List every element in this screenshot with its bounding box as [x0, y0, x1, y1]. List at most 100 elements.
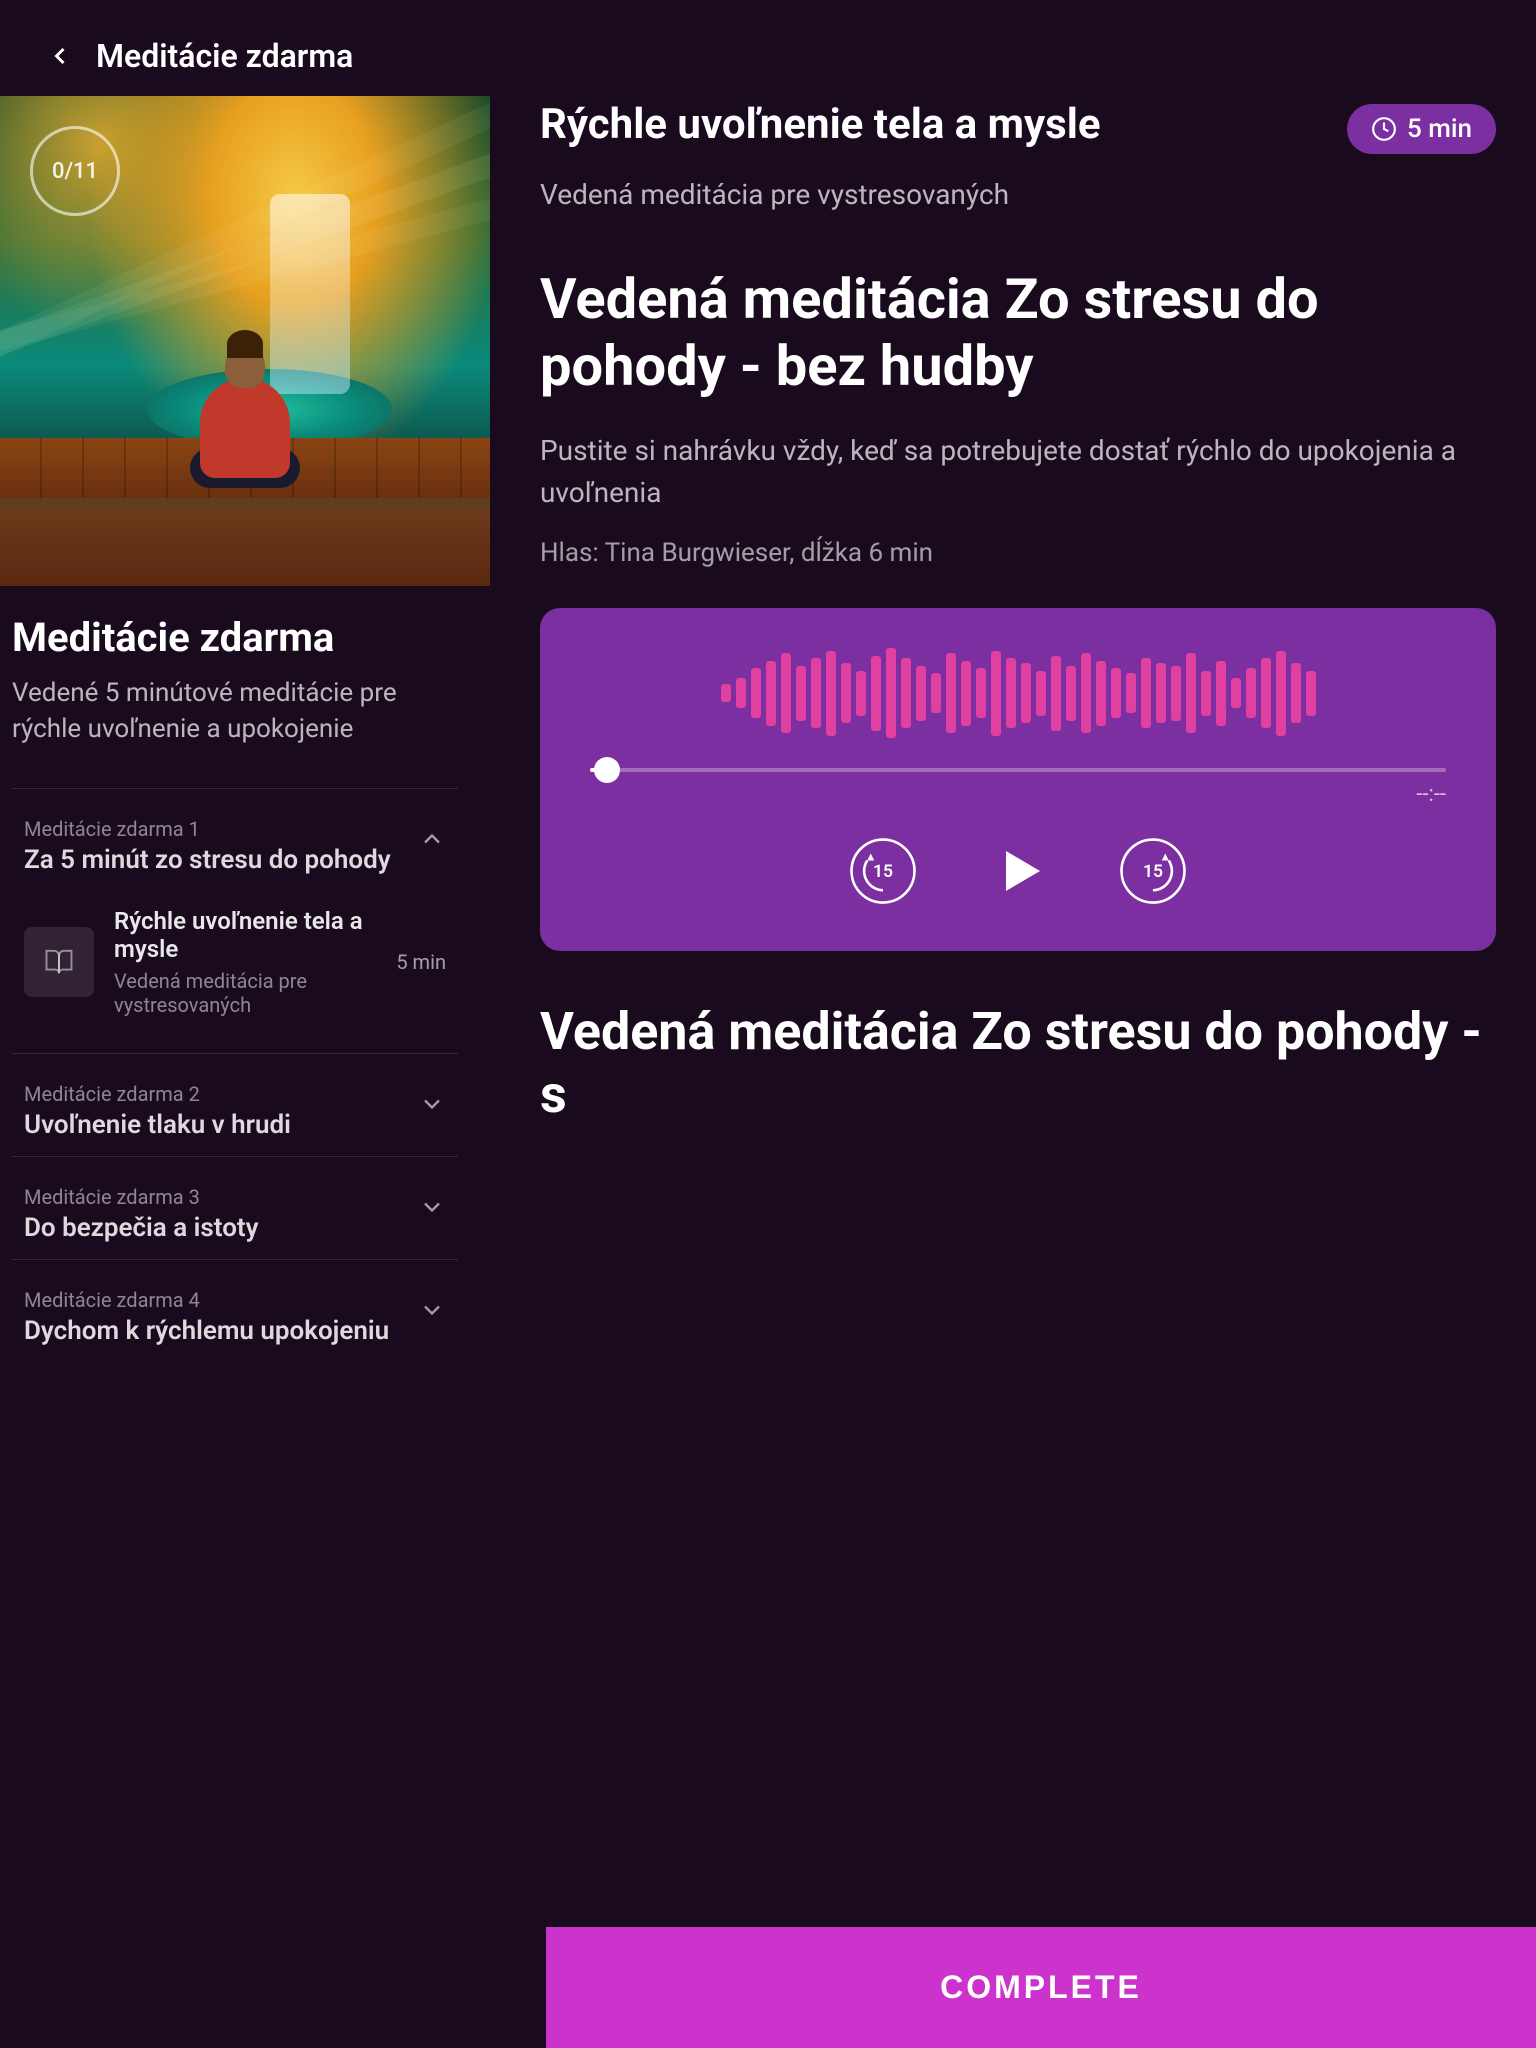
waveform-bar: [781, 653, 791, 733]
waveform-bar: [1291, 663, 1301, 723]
progress-bar-container[interactable]: [590, 768, 1446, 772]
waveform-bar: [1051, 656, 1061, 731]
lesson-section-3: Meditácie zdarma 3 Do bezpečia a istoty: [12, 1156, 458, 1259]
progress-thumb[interactable]: [594, 757, 620, 783]
article-subtitle: Vedená meditácia pre vystresovaných: [540, 174, 1496, 216]
waveform-bar: [1006, 658, 1016, 728]
waveform-bar: [931, 673, 941, 713]
play-icon: [978, 831, 1058, 911]
lesson-section-label-1: Meditácie zdarma 1: [24, 817, 391, 841]
waveform-bar: [841, 663, 851, 723]
lesson-section-1: Meditácie zdarma 1 Za 5 minút zo stresu …: [12, 788, 458, 1053]
waveform-bar: [1186, 653, 1196, 733]
waveform-bar: [1261, 658, 1271, 728]
waveform-bar: [1021, 663, 1031, 723]
main-layout: 0/11 Meditácie zdarma Vedené 5 minútové …: [0, 96, 1536, 1402]
collection-description: Vedené 5 minútové meditácie pre rýchle u…: [12, 675, 458, 748]
waveform-bar: [721, 684, 731, 702]
article-title: Rýchle uvoľnenie tela a mysle: [540, 100, 1323, 150]
svg-text:15: 15: [873, 863, 893, 883]
waveform-bar: [1216, 661, 1226, 726]
play-button[interactable]: [978, 831, 1058, 911]
complete-button[interactable]: COMPLETE: [546, 1927, 1536, 2048]
lesson-items-1: Rýchle uvoľnenie tela a mysle Vedená med…: [12, 891, 458, 1053]
waveform-bar: [916, 666, 926, 721]
lesson-section-4: Meditácie zdarma 4 Dychom k rýchlemu upo…: [12, 1259, 458, 1362]
waveform-bar: [901, 658, 911, 728]
waveform-bar: [1201, 671, 1211, 716]
chevron-up-icon: [418, 825, 446, 857]
lesson-section-title-4: Dychom k rýchlemu upokojeniu: [24, 1316, 389, 1346]
waveform-bar: [1081, 653, 1091, 733]
waveform-bar: [766, 661, 776, 726]
waveform-bar: [946, 653, 956, 733]
waveform-bar: [1111, 668, 1121, 718]
waveform-bar: [1156, 663, 1166, 723]
right-column: Rýchle uvoľnenie tela a mysle 5 min Vede…: [490, 96, 1536, 1402]
player-controls: 15 15: [590, 831, 1446, 911]
forward-15-icon: 15: [1118, 836, 1188, 906]
time-badge-text: 5 min: [1407, 114, 1472, 144]
lesson-section-label-2: Meditácie zdarma 2: [24, 1082, 291, 1106]
back-button[interactable]: [40, 36, 80, 76]
time-remaining: --:--: [1416, 782, 1446, 807]
waveform-bar: [736, 678, 746, 708]
waveform-bar: [1246, 668, 1256, 718]
waveform-bar: [961, 661, 971, 726]
lesson-section-header-4[interactable]: Meditácie zdarma 4 Dychom k rýchlemu upo…: [12, 1260, 458, 1362]
lesson-section-title-3: Do bezpečia a istoty: [24, 1213, 259, 1243]
waveform-bar: [976, 668, 986, 718]
progress-track[interactable]: [590, 768, 1446, 772]
lesson-thumbnail: [24, 927, 94, 997]
waveform-bar: [1231, 678, 1241, 708]
waveform-bar: [886, 648, 896, 738]
lesson-section-header-3[interactable]: Meditácie zdarma 3 Do bezpečia a istoty: [12, 1157, 458, 1259]
section1-desc: Pustite si nahrávku vždy, keď sa potrebu…: [540, 430, 1496, 514]
waveform-bar: [1276, 651, 1286, 736]
section2-title: Vedená meditácia Zo stresu do pohody - s: [540, 1001, 1496, 1126]
clock-icon: [1371, 116, 1397, 142]
waveform-bar: [1306, 671, 1316, 716]
waveform-bar: [1126, 673, 1136, 713]
lesson-section-header-2[interactable]: Meditácie zdarma 2 Uvoľnenie tlaku v hru…: [12, 1054, 458, 1156]
svg-text:15: 15: [1143, 863, 1163, 883]
rewind-15-icon: 15: [848, 836, 918, 906]
progress-counter: 0/11: [30, 126, 120, 216]
lesson-list: Meditácie zdarma 1 Za 5 minút zo stresu …: [12, 788, 458, 1362]
header-title: Meditácie zdarma: [96, 37, 353, 75]
lesson-section-header-1[interactable]: Meditácie zdarma 1 Za 5 minút zo stresu …: [12, 789, 458, 891]
left-column: 0/11 Meditácie zdarma Vedené 5 minútové …: [0, 96, 490, 1402]
lesson-item-subtitle: Vedená meditácia pre vystresovaných: [114, 969, 376, 1017]
waveform: [590, 648, 1446, 738]
lesson-section-title-2: Uvoľnenie tlaku v hrudi: [24, 1110, 291, 1140]
waveform-bar: [1066, 666, 1076, 721]
chevron-down-icon-3: [418, 1193, 446, 1225]
forward-button[interactable]: 15: [1118, 836, 1188, 906]
collection-title: Meditácie zdarma: [12, 614, 458, 661]
lesson-item[interactable]: Rýchle uvoľnenie tela a mysle Vedená med…: [24, 891, 446, 1033]
time-badge: 5 min: [1347, 104, 1496, 154]
lesson-duration: 5 min: [396, 950, 446, 974]
lesson-section-label-4: Meditácie zdarma 4: [24, 1288, 389, 1312]
hero-image: 0/11: [0, 96, 490, 586]
lesson-section-label-3: Meditácie zdarma 3: [24, 1185, 259, 1209]
rewind-button[interactable]: 15: [848, 836, 918, 906]
waveform-bar: [1171, 666, 1181, 721]
chevron-down-icon-4: [418, 1296, 446, 1328]
lesson-section-2: Meditácie zdarma 2 Uvoľnenie tlaku v hru…: [12, 1053, 458, 1156]
lesson-section-title-1: Za 5 minút zo stresu do pohody: [24, 845, 391, 875]
waveform-bar: [856, 671, 866, 716]
waveform-bar: [871, 656, 881, 731]
progress-times: --:--: [590, 782, 1446, 807]
waveform-bar: [826, 651, 836, 736]
waveform-bar: [796, 666, 806, 721]
waveform-bar: [811, 658, 821, 728]
waveform-bar: [1141, 658, 1151, 728]
audio-player: --:-- 15: [540, 608, 1496, 951]
lesson-item-title: Rýchle uvoľnenie tela a mysle: [114, 907, 376, 963]
waveform-bar: [751, 668, 761, 718]
waveform-bar: [991, 651, 1001, 736]
chevron-down-icon-2: [418, 1090, 446, 1122]
section1-meta: Hlas: Tina Burgwieser, dĺžka 6 min: [540, 538, 1496, 568]
header: Meditácie zdarma: [0, 0, 1536, 96]
